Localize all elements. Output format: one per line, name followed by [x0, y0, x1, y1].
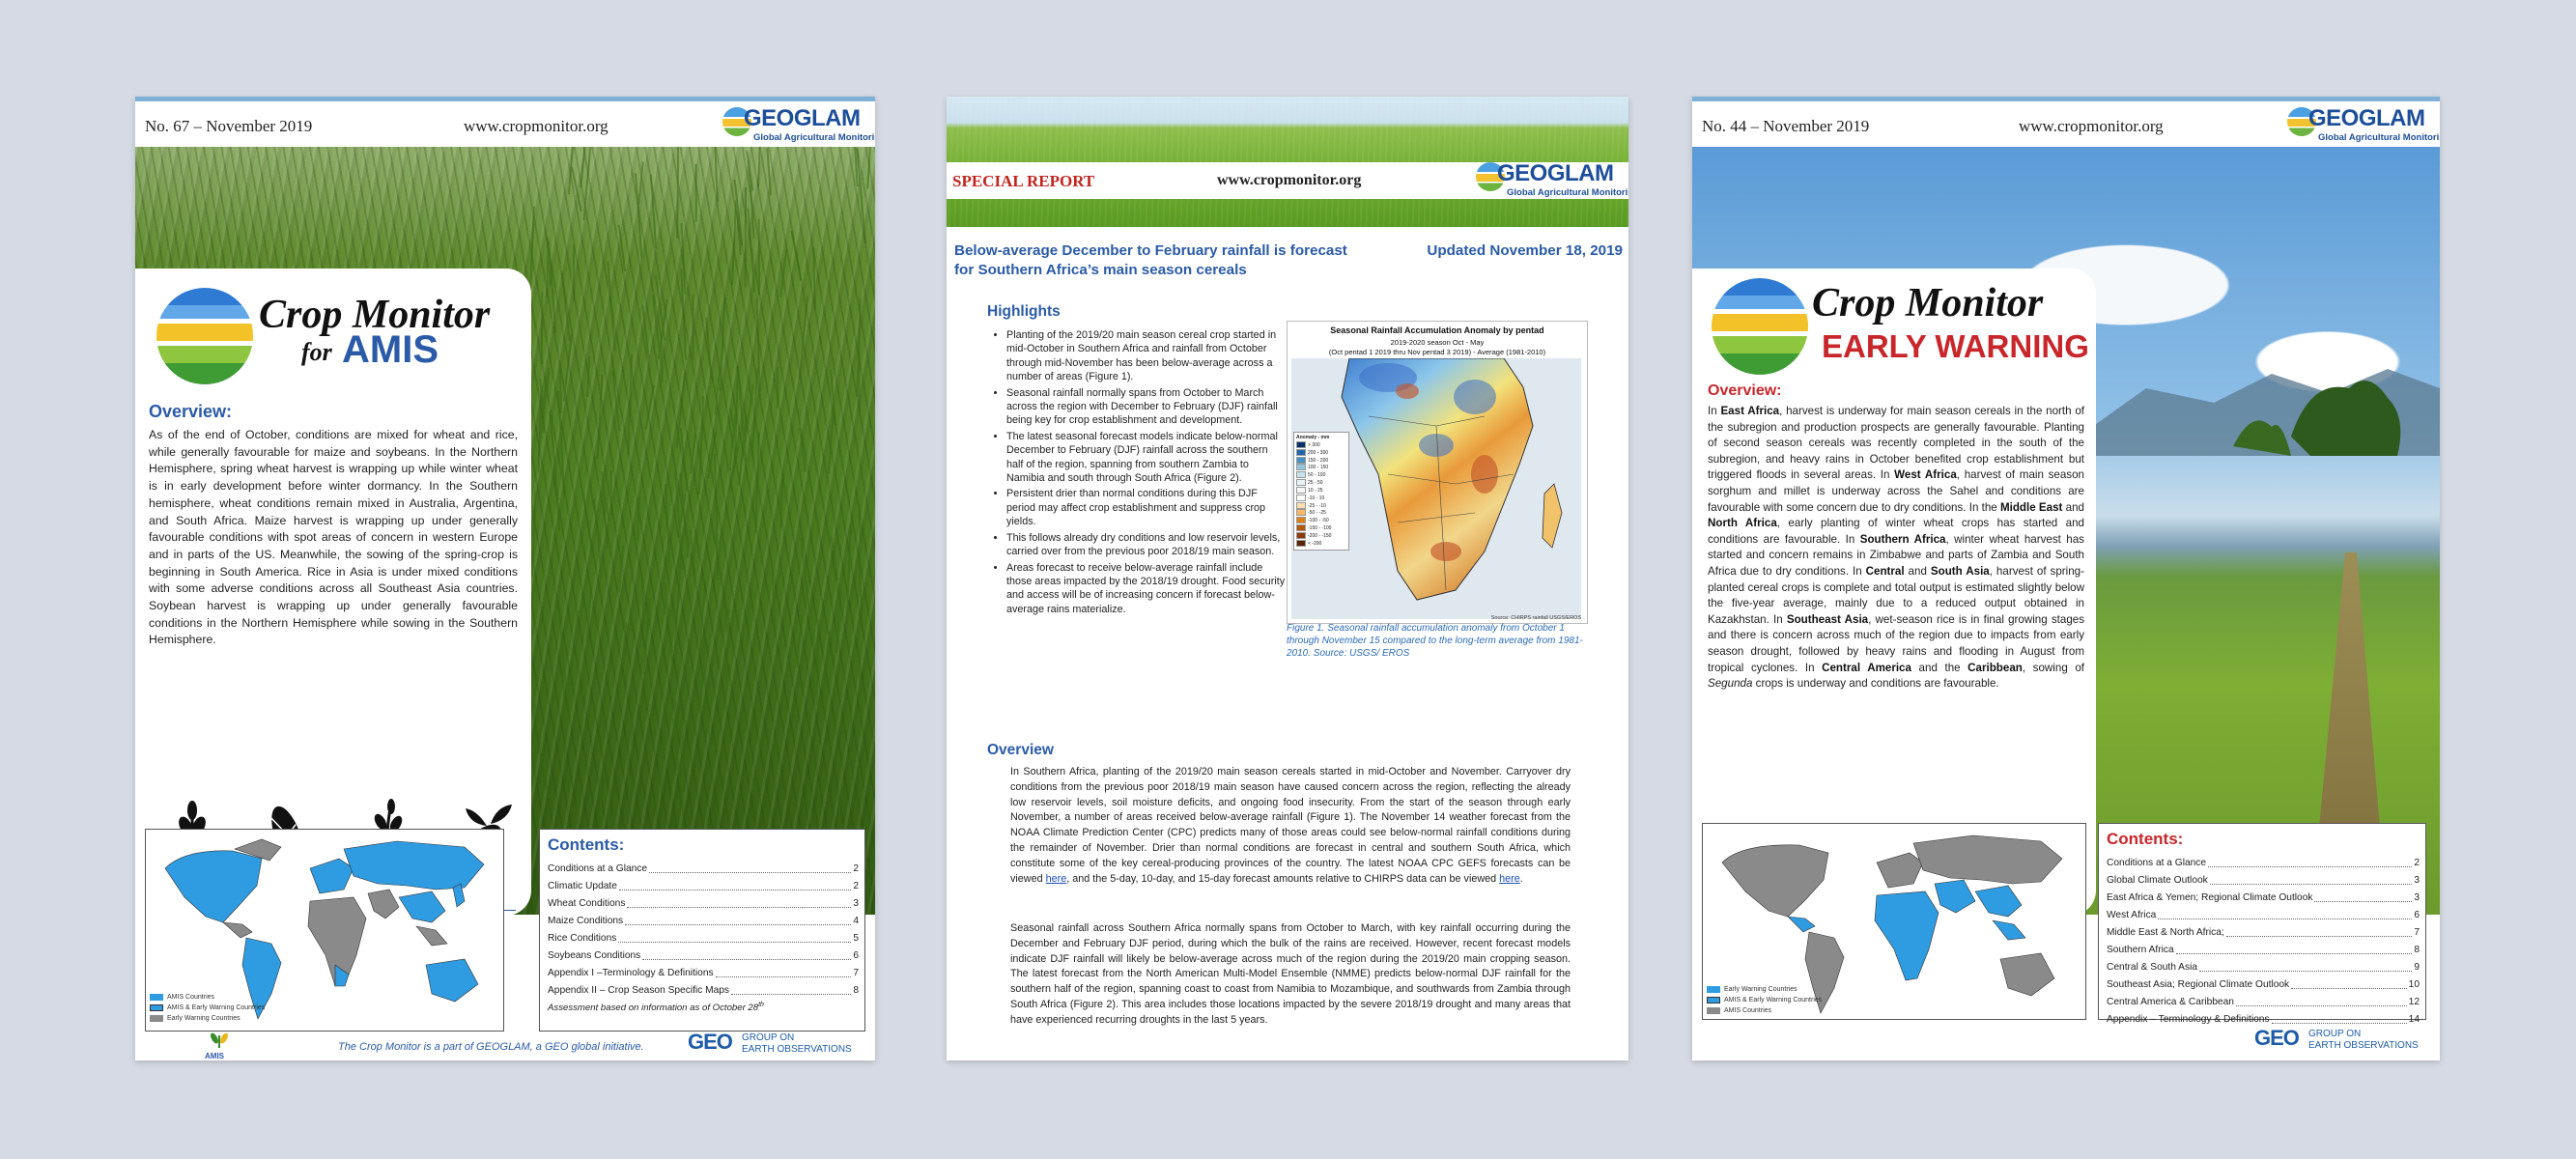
- table-of-contents: Contents: Conditions at a Glance 2 Climati…: [539, 829, 865, 1032]
- toc-entry[interactable]: West Africa 6: [2107, 907, 2420, 924]
- overview-text: As of the end of October, conditions are…: [149, 428, 518, 647]
- overview-card: Crop Monitor EARLY WARNING Overview: In …: [1692, 269, 2096, 916]
- figure-legend-entry: 150 - 200: [1296, 456, 1346, 465]
- highlights-heading: Highlights: [987, 303, 1061, 320]
- toc-entry[interactable]: Soybeans Conditions 6: [548, 947, 859, 965]
- contents-heading: Contents:: [2107, 830, 2184, 848]
- title-for: for: [301, 338, 332, 366]
- special-report-page: SPECIAL REPORT www.cropmonitor.org GEOGL…: [947, 97, 1628, 1060]
- figure-legend-entry: -100 - -50: [1296, 517, 1346, 524]
- highlight-item: Planting of the 2019/20 main season cere…: [1006, 328, 1287, 384]
- toc-entry[interactable]: Wheat Conditions 3: [548, 895, 859, 913]
- crop-monitor-early-warning-cover: No. 44 – November 2019 www.cropmonitor.o…: [1692, 97, 2440, 1060]
- geoglam-logo: GEOGLAM Global Agricultural Monitoring: [722, 105, 875, 148]
- figure-legend-entry: 200 - 300: [1296, 448, 1346, 457]
- overview-text: In East Africa, harvest is underway for …: [1708, 405, 2085, 691]
- toc-entry[interactable]: Conditions at a Glance 2: [2107, 855, 2420, 872]
- crop-monitor-emblem: [156, 288, 253, 384]
- report-banner: SPECIAL REPORT www.cropmonitor.org GEOGL…: [947, 160, 1628, 199]
- issue-number: No. 44 – November 2019: [1702, 117, 1870, 135]
- toc-entry[interactable]: Conditions at a Glance 2: [548, 861, 859, 878]
- geo-logo: GEO GROUP ON EARTH OBSERVATIONS: [688, 1030, 852, 1055]
- contents-heading: Contents:: [548, 835, 625, 854]
- figure-legend-entry: 10 - 25: [1296, 486, 1346, 495]
- updated-date: Updated November 18, 2019: [1427, 242, 1623, 259]
- toc-entry[interactable]: Central & South Asia 9: [2107, 959, 2420, 976]
- toc-entry[interactable]: Global Climate Outlook 3: [2107, 872, 2420, 890]
- table-of-contents: Contents: Conditions at a Glance 2 Global …: [2098, 823, 2426, 1025]
- highlight-item: Persistent drier than normal conditions …: [1006, 487, 1287, 528]
- geoglam-logo: GEOGLAM Global Agricultural Monitoring: [2287, 105, 2440, 148]
- overview-card: Crop Monitor for AMIS Overview: As of th…: [135, 269, 531, 916]
- figure-legend-entry: -200 - -150: [1296, 531, 1346, 540]
- footer-note: The Crop Monitor is a part of GEOGLAM, a…: [338, 1041, 644, 1053]
- highlight-item: The latest seasonal forecast models indi…: [1006, 430, 1287, 486]
- toc-entry[interactable]: Middle East & North Africa; 7: [2107, 924, 2420, 942]
- highlight-item: Areas forecast to receive below-average …: [1006, 561, 1287, 617]
- figure-legend-entry: < -200: [1296, 539, 1346, 548]
- toc-entry[interactable]: Southeast Asia; Regional Climate Outlook…: [2107, 976, 2420, 994]
- assessment-note: Assessment based on information as of Oc…: [548, 1002, 764, 1014]
- gefs-forecast-link[interactable]: here: [1046, 873, 1067, 885]
- toc-entry[interactable]: Southern Africa 8: [2107, 942, 2420, 959]
- toc-entry[interactable]: Appendix II – Crop Season Specific Maps 8: [548, 982, 859, 1000]
- figure-legend-entry: 50 - 100: [1296, 471, 1346, 479]
- map-legend: AMIS Countries AMIS & Early Warning Coun…: [150, 992, 265, 1024]
- highlight-item: This follows already dry conditions and …: [1006, 531, 1287, 559]
- amis-countries-map: AMIS Countries AMIS & Early Warning Coun…: [145, 829, 504, 1032]
- title-crop-monitor: Crop Monitor: [1812, 281, 2044, 325]
- figure-legend-entry: 100 - 150: [1296, 464, 1346, 471]
- overview-paragraph-2: Seasonal rainfall across Southern Africa…: [1010, 922, 1571, 1026]
- overview-paragraph-1: In Southern Africa, planting of the 2019…: [1010, 766, 1571, 885]
- crop-monitor-emblem: [1712, 278, 1808, 375]
- geoglam-logo: GEOGLAM Global Agricultural Monitoring: [1476, 160, 1628, 203]
- rainfall-anomaly-map: Seasonal Rainfall Accumulation Anomaly b…: [1287, 321, 1588, 624]
- figure-legend-entry: -10 - 10: [1296, 494, 1346, 502]
- chirps-forecast-link[interactable]: here: [1499, 873, 1520, 885]
- figure-legend-entry: > 300: [1296, 441, 1346, 449]
- header-bar: No. 67 – November 2019 www.cropmonitor.o…: [135, 97, 875, 147]
- website-link[interactable]: www.cropmonitor.org: [2019, 117, 2164, 136]
- amis-logo: AMIS: [205, 1032, 243, 1060]
- toc-entry[interactable]: Climatic Update 2: [548, 878, 859, 895]
- toc-entry[interactable]: East Africa & Yemen; Regional Climate Ou…: [2107, 890, 2420, 907]
- website-link[interactable]: www.cropmonitor.org: [464, 117, 609, 136]
- toc-entry[interactable]: Rice Conditions 5: [548, 930, 859, 947]
- overview-heading: Overview:: [1708, 382, 1782, 399]
- toc-entry[interactable]: Maize Conditions 4: [548, 913, 859, 930]
- early-warning-countries-map: Early Warning Countries AMIS & Early War…: [1702, 823, 2086, 1020]
- figure-legend: Anomaly - mm > 300 200 - 300 150 - 200 100 …: [1293, 432, 1349, 551]
- report-title: Below-average December to February rainf…: [954, 242, 1347, 278]
- figure-legend-entry: -25 - -10: [1296, 501, 1346, 510]
- title-early-warning: EARLY WARNING: [1822, 328, 2089, 364]
- highlight-item: Seasonal rainfall normally spans from Oc…: [1006, 386, 1287, 428]
- figure-title: Seasonal Rainfall Accumulation Anomaly b…: [1330, 325, 1544, 335]
- crop-monitor-amis-cover: No. 67 – November 2019 www.cropmonitor.o…: [135, 97, 875, 1060]
- issue-number: No. 67 – November 2019: [145, 117, 313, 135]
- figure-source: Source: CHIRPS rainfall USGS/EROS: [1490, 615, 1581, 621]
- figure-legend-entry: -50 - -25: [1296, 509, 1346, 517]
- figure-legend-entry: 25 - 50: [1296, 479, 1346, 487]
- toc-entry[interactable]: Appendix I –Terminology & Definitions 7: [548, 965, 859, 982]
- figure-caption: Figure 1. Seasonal rainfall accumulation…: [1287, 623, 1583, 659]
- website-link[interactable]: www.cropmonitor.org: [1217, 172, 1361, 189]
- toc-entry[interactable]: Central America & Caribbean 12: [2107, 994, 2420, 1011]
- title-amis: AMIS: [342, 328, 439, 371]
- figure-legend-entry: -150 - -100: [1296, 524, 1346, 532]
- special-report-label: SPECIAL REPORT: [952, 172, 1095, 190]
- header-bar: No. 44 – November 2019 www.cropmonitor.o…: [1692, 97, 2440, 147]
- overview-heading: Overview:: [149, 402, 233, 421]
- overview-heading: Overview: [987, 742, 1054, 758]
- geo-logo: GEO GROUP ON EARTH OBSERVATIONS: [2254, 1026, 2419, 1051]
- map-legend: Early Warning Countries AMIS & Early War…: [1707, 984, 1822, 1016]
- highlights-list: Planting of the 2019/20 main season cere…: [989, 328, 1287, 618]
